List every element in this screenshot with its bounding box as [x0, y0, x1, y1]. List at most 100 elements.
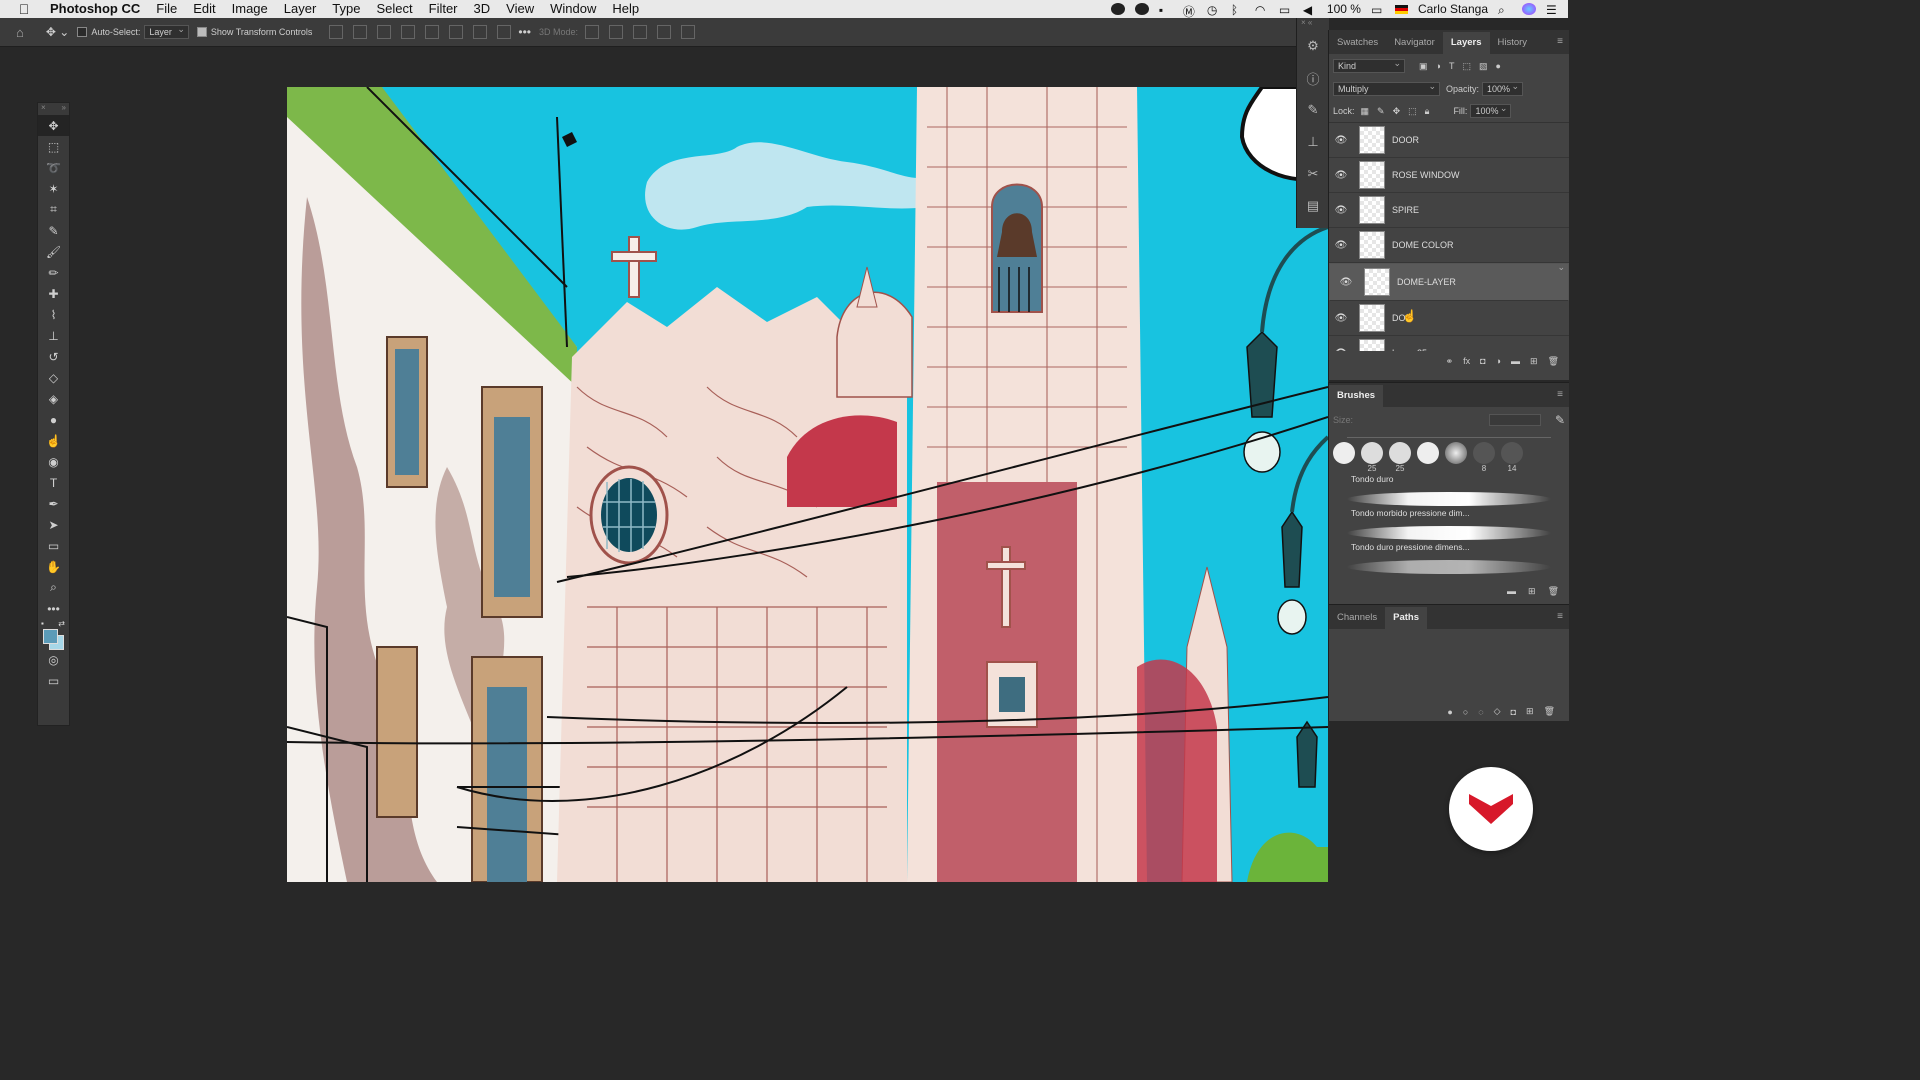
- brush-preset-name[interactable]: Tondo duro pressione dimens...: [1329, 540, 1569, 556]
- align-middle-icon[interactable]: [449, 25, 464, 39]
- brush-tip[interactable]: [1417, 442, 1439, 464]
- tablet-icon[interactable]: ▪: [1159, 3, 1173, 17]
- m-app-icon[interactable]: Ⓜ: [1183, 3, 1197, 19]
- quick-mask-icon[interactable]: ◎: [38, 649, 69, 670]
- flag-icon[interactable]: [1394, 4, 1408, 14]
- foreground-color[interactable]: [43, 629, 58, 644]
- airplay-icon[interactable]: ▭: [1279, 3, 1293, 17]
- stroke-path-icon[interactable]: ○: [1463, 707, 1468, 717]
- transform-controls-checkbox[interactable]: [196, 27, 207, 37]
- 3d-slide-icon[interactable]: [657, 25, 672, 39]
- visibility-eye-icon[interactable]: 👁︎: [1329, 240, 1353, 251]
- brush-tip[interactable]: [1333, 442, 1355, 464]
- align-bottom-icon[interactable]: [473, 25, 488, 39]
- fill-path-icon[interactable]: ●: [1447, 707, 1452, 717]
- clone-stamp-icon[interactable]: ⊥: [38, 325, 69, 346]
- libraries-icon[interactable]: ▤: [1297, 190, 1329, 222]
- document-canvas[interactable]: [287, 87, 1328, 882]
- delete-preset-icon[interactable]: 🗑︎: [1548, 586, 1559, 597]
- path-selection-icon[interactable]: ➤: [38, 514, 69, 535]
- 3d-roll-icon[interactable]: [609, 25, 624, 39]
- layer-row[interactable]: 👁︎ DOME COLOR: [1329, 228, 1569, 263]
- move-tool-preset[interactable]: ✥ ⌄: [46, 25, 69, 39]
- auto-select-dropdown[interactable]: Layer: [144, 24, 189, 39]
- brush-tip[interactable]: 14: [1501, 442, 1523, 473]
- menu-type[interactable]: Type: [324, 0, 368, 18]
- layer-filter-dropdown[interactable]: Kind: [1333, 58, 1405, 73]
- brush-preset-name[interactable]: Tondo duro: [1329, 474, 1569, 488]
- apple-icon[interactable]: : [16, 1, 32, 17]
- filter-smart-icon[interactable]: ▧: [1479, 61, 1488, 72]
- tab-brushes[interactable]: Brushes: [1329, 385, 1384, 407]
- magic-wand-icon[interactable]: ✶: [38, 178, 69, 199]
- user-name[interactable]: Carlo Stanga: [1418, 2, 1488, 16]
- tab-history[interactable]: History: [1490, 32, 1536, 54]
- rectangle-tool-icon[interactable]: ▭: [38, 535, 69, 556]
- wifi-icon[interactable]: ◠: [1255, 3, 1269, 17]
- link-layers-icon[interactable]: ⚭: [1446, 356, 1454, 367]
- collapse-icon[interactable]: »: [62, 103, 66, 115]
- filter-toggle-icon[interactable]: ●: [1495, 61, 1500, 71]
- sponge-tool-icon[interactable]: ◉: [38, 451, 69, 472]
- home-button[interactable]: ⌂: [16, 25, 24, 40]
- eyedropper-icon[interactable]: ✎: [38, 220, 69, 241]
- menu-view[interactable]: View: [498, 0, 542, 18]
- tab-layers[interactable]: Layers: [1442, 32, 1490, 54]
- new-group-icon[interactable]: ▬: [1511, 356, 1520, 366]
- fill-field[interactable]: 100%: [1470, 103, 1512, 118]
- lock-artboard-icon[interactable]: ⬚: [1408, 106, 1417, 117]
- notification-center-icon[interactable]: ☰: [1546, 3, 1560, 17]
- panel-menu-icon[interactable]: ≡: [1557, 611, 1563, 622]
- panel-menu-icon[interactable]: ≡: [1557, 36, 1563, 47]
- mixer-brush-icon[interactable]: ⌇: [38, 304, 69, 325]
- align-top-icon[interactable]: [425, 25, 440, 39]
- crop-tool-icon[interactable]: ⌗: [38, 199, 69, 220]
- brush-tip[interactable]: 8: [1473, 442, 1495, 473]
- visibility-eye-icon[interactable]: 👁︎: [1334, 277, 1358, 288]
- properties-icon[interactable]: ⚙: [1297, 30, 1329, 62]
- distribute-v-icon[interactable]: [497, 25, 512, 39]
- smudge-tool-icon[interactable]: ☝: [38, 430, 69, 451]
- pencil-tool-icon[interactable]: ✏︎: [38, 262, 69, 283]
- menu-layer[interactable]: Layer: [276, 0, 325, 18]
- lock-position-icon[interactable]: ✥: [1393, 106, 1401, 117]
- battery-icon[interactable]: ▭: [1371, 3, 1385, 17]
- make-work-path-icon[interactable]: ◇: [1494, 706, 1501, 717]
- siri-icon[interactable]: [1522, 3, 1536, 15]
- brush-preset-name[interactable]: Tondo morbido pressione dim...: [1329, 506, 1569, 522]
- 3d-scale-icon[interactable]: [681, 25, 696, 39]
- adjustment-layer-icon[interactable]: ◑: [1496, 356, 1501, 366]
- load-selection-icon[interactable]: ◌: [1478, 707, 1483, 717]
- delete-layer-icon[interactable]: 🗑︎: [1548, 356, 1559, 367]
- delete-path-icon[interactable]: 🗑︎: [1544, 706, 1555, 717]
- 3d-pan-icon[interactable]: [633, 25, 648, 39]
- more-options-icon[interactable]: •••: [518, 25, 531, 39]
- layer-row[interactable]: 👁︎ SPIRE: [1329, 193, 1569, 228]
- add-mask-icon[interactable]: ◘: [1480, 356, 1485, 366]
- paint-bucket-icon[interactable]: ◈: [38, 388, 69, 409]
- brush-tool-icon[interactable]: 🖌︎: [38, 241, 69, 262]
- tab-navigator[interactable]: Navigator: [1386, 32, 1443, 54]
- healing-brush-icon[interactable]: ✚: [38, 283, 69, 304]
- record-icon[interactable]: [1110, 3, 1125, 15]
- menu-select[interactable]: Select: [368, 0, 420, 18]
- move-tool-icon[interactable]: ✥: [38, 115, 69, 136]
- lock-all-icon[interactable]: 🔒︎: [1425, 106, 1430, 117]
- tab-channels[interactable]: Channels: [1329, 607, 1385, 629]
- align-center-h-icon[interactable]: [353, 25, 368, 39]
- menu-3d[interactable]: 3D: [466, 0, 499, 18]
- lock-transparency-icon[interactable]: ▦: [1361, 106, 1370, 117]
- layer-row[interactable]: 👁︎ DOOR: [1329, 123, 1569, 158]
- tool-presets-icon[interactable]: ✂: [1297, 158, 1329, 190]
- eraser-icon[interactable]: ◇: [38, 367, 69, 388]
- lasso-tool-icon[interactable]: ➰: [38, 157, 69, 178]
- marquee-tool-icon[interactable]: ⬚: [38, 136, 69, 157]
- default-colors-icon[interactable]: ▪: [41, 619, 44, 628]
- distribute-h-icon[interactable]: [401, 25, 416, 39]
- 3d-orbit-icon[interactable]: [585, 25, 600, 39]
- menu-window[interactable]: Window: [542, 0, 604, 18]
- visibility-eye-icon[interactable]: 👁︎: [1329, 170, 1353, 181]
- filter-shape-icon[interactable]: ⬚: [1462, 61, 1471, 72]
- visibility-eye-icon[interactable]: 👁︎: [1329, 313, 1353, 324]
- zoom-tool-icon[interactable]: ⌕: [38, 577, 69, 598]
